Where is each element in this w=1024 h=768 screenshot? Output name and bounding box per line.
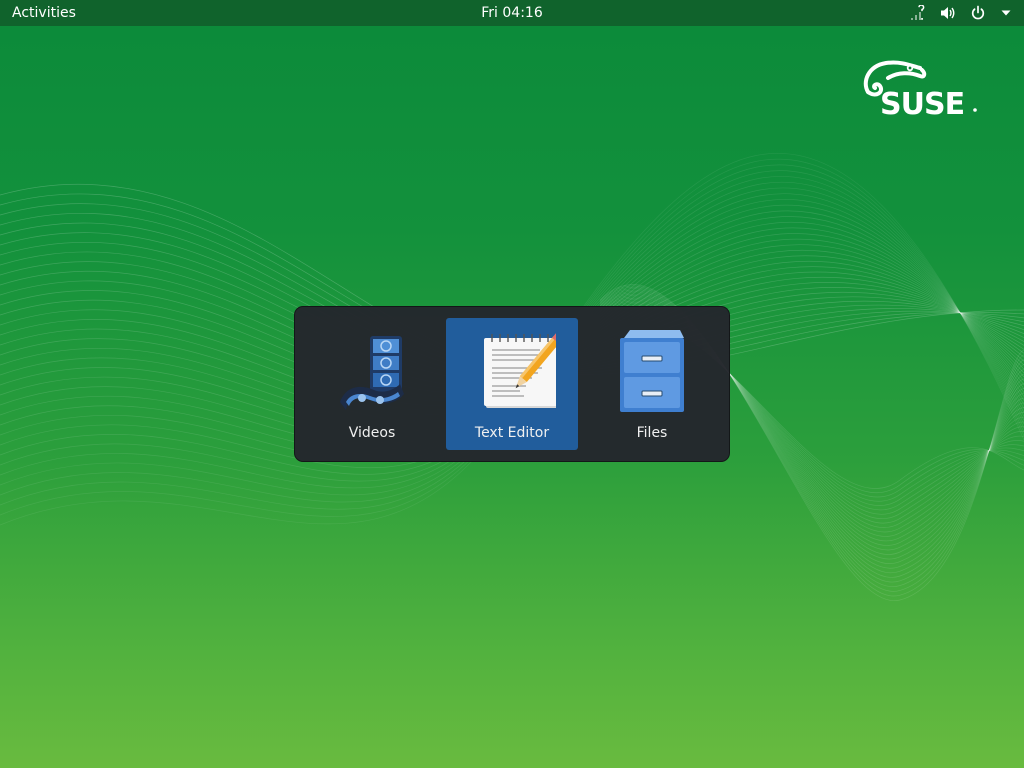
clock-button[interactable]: Fri 04:16 <box>481 5 542 21</box>
top-bar: Activities Fri 04:16 <box>0 0 1024 26</box>
videos-icon <box>340 336 404 410</box>
files-icon <box>620 330 684 412</box>
svg-text:SUSE: SUSE <box>880 87 964 120</box>
switcher-item-videos[interactable]: Videos <box>306 318 438 450</box>
app-switcher: Videos Text Editor Files <box>294 306 730 462</box>
network-unknown-icon[interactable] <box>910 0 926 26</box>
switcher-item-files[interactable]: Files <box>586 318 718 450</box>
switcher-item-text-editor[interactable]: Text Editor <box>446 318 578 450</box>
app-label: Videos <box>348 425 396 441</box>
chevron-down-icon[interactable] <box>1000 0 1012 26</box>
clock-area: Fri 04:16 <box>0 4 1024 22</box>
app-label: Files <box>636 425 668 441</box>
system-status-area[interactable] <box>910 0 1012 26</box>
text-editor-icon <box>484 333 556 408</box>
power-icon[interactable] <box>970 0 986 26</box>
app-label: Text Editor <box>474 425 550 441</box>
suse-logo: SUSE <box>863 60 977 120</box>
volume-icon[interactable] <box>940 0 956 26</box>
activities-button[interactable]: Activities <box>12 4 76 22</box>
